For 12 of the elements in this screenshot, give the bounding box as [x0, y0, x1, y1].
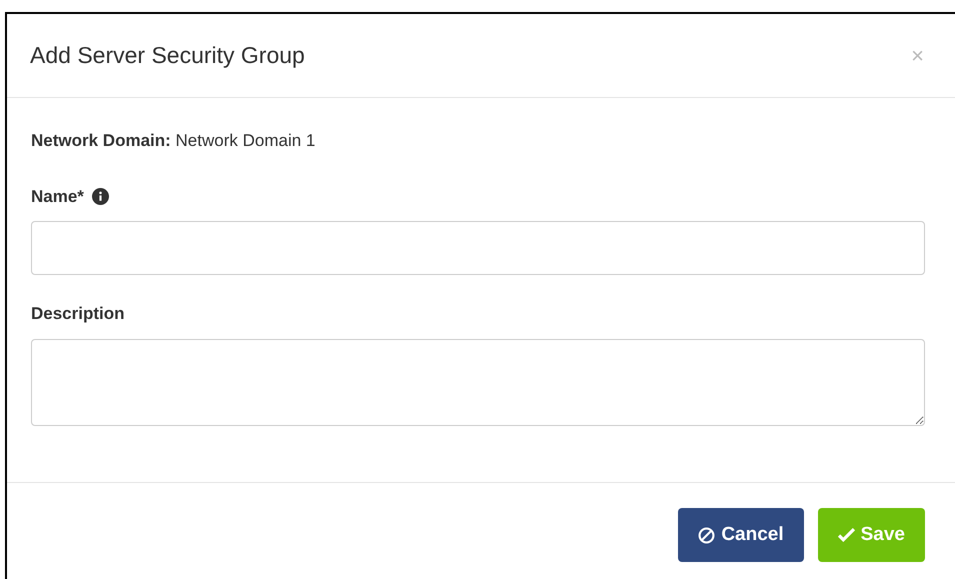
- check-icon: [838, 528, 855, 542]
- name-field[interactable]: [31, 221, 925, 275]
- network-domain-text: Network Domain: Network Domain 1: [31, 130, 316, 152]
- description-field[interactable]: [31, 338, 925, 426]
- info-icon: [92, 188, 109, 205]
- dialog-title: Add Server Security Group: [30, 41, 305, 70]
- cancel-button[interactable]: Cancel: [678, 508, 804, 562]
- save-button[interactable]: Save: [818, 508, 925, 562]
- ban-icon: [698, 526, 716, 544]
- field-label: Name*: [31, 186, 84, 208]
- close-button[interactable]: ×: [911, 44, 924, 66]
- field-label: Description: [31, 303, 125, 325]
